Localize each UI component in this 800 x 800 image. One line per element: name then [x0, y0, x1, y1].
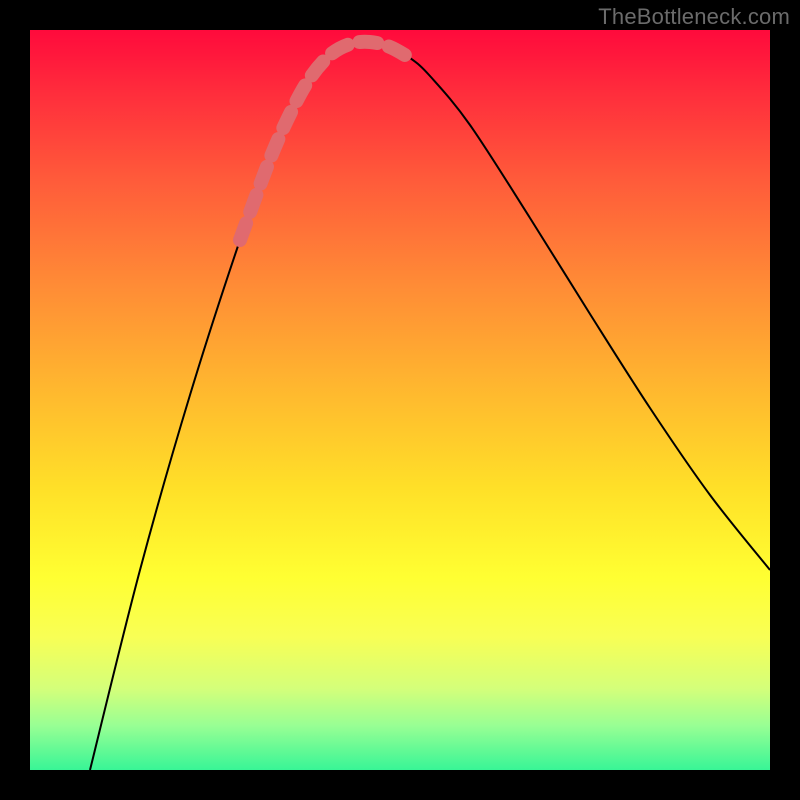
watermark-text: TheBottleneck.com — [598, 4, 790, 30]
heatmap-background — [30, 30, 770, 770]
bottleneck-curve — [90, 42, 770, 770]
chart-svg — [30, 30, 770, 770]
highlight-sweet-spot — [240, 42, 410, 240]
